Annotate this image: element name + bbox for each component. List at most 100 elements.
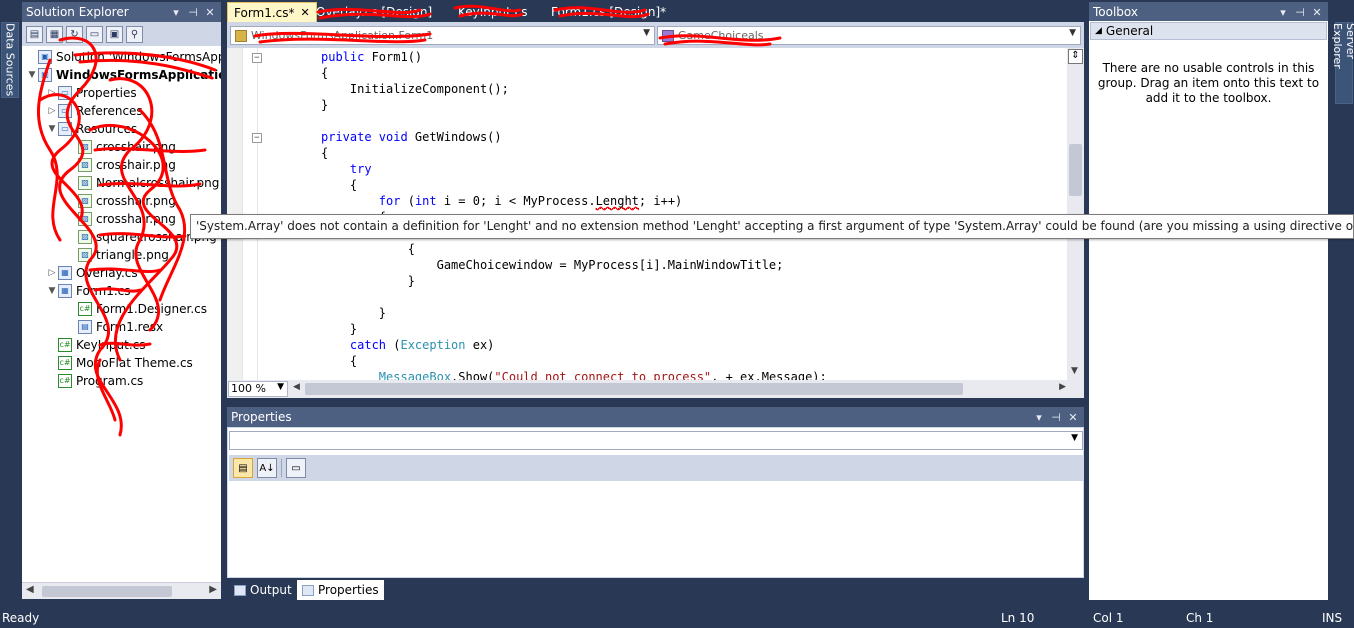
pin-icon[interactable]: ⊣ xyxy=(186,5,200,19)
tree-item-label: Form1.resx xyxy=(96,320,164,334)
csharp-file-icon: c# xyxy=(78,302,92,316)
expanded-icon[interactable]: ▼ xyxy=(26,70,38,80)
code-token: i = 0; i < MyProcess. xyxy=(443,194,596,208)
expanded-icon[interactable]: ▼ xyxy=(46,286,58,296)
scroll-thumb[interactable] xyxy=(42,586,172,597)
pin-icon[interactable]: ⊣ xyxy=(1049,410,1063,424)
right-side-strip: Server Explorer xyxy=(1331,0,1354,608)
code-token: .Show( xyxy=(451,370,495,380)
pin-icon[interactable]: ⊣ xyxy=(1293,5,1307,19)
bottom-tab[interactable]: Properties xyxy=(297,580,384,600)
tree-item[interactable]: c# Form1.Designer.cs xyxy=(66,300,207,318)
tree-item[interactable]: ▨ crosshair.png xyxy=(66,138,176,156)
tree-item[interactable]: ▨ Normalcrosshair.png xyxy=(66,174,219,192)
type-combo-value: WindowsFormsApplication.Form1 xyxy=(251,29,434,42)
dropdown-icon[interactable]: ▾ xyxy=(1032,410,1046,424)
code-line: { xyxy=(321,66,328,82)
dropdown-icon[interactable]: ▾ xyxy=(1276,5,1290,19)
expanded-icon[interactable]: ▼ xyxy=(46,124,58,134)
tree-item[interactable]: ▷ ▭ References xyxy=(46,102,143,120)
tree-item[interactable]: ▼ ▭ Resources xyxy=(46,120,137,138)
chevron-down-icon[interactable]: ▼ xyxy=(1069,28,1076,38)
scroll-right-icon[interactable]: ▶ xyxy=(1059,382,1066,392)
refresh-icon[interactable]: ↻ xyxy=(66,25,83,43)
scroll-down-icon[interactable]: ▼ xyxy=(1071,366,1078,376)
image-file-icon: ▨ xyxy=(78,176,92,190)
object-selector[interactable]: ▼ xyxy=(229,431,1083,450)
dropdown-icon[interactable]: ▾ xyxy=(169,5,183,19)
class-diagram-icon[interactable]: ⚲ xyxy=(126,25,143,43)
tree-item[interactable]: ▤ Form1.resx xyxy=(66,318,163,336)
scroll-right-icon[interactable]: ▶ xyxy=(209,584,217,595)
tree-item[interactable]: ▣ Solution 'WindowsFormsApplic xyxy=(26,48,221,66)
member-combo[interactable]: GameChoiceals ▼ xyxy=(657,26,1081,45)
collapsed-icon[interactable]: ▷ xyxy=(46,106,58,116)
collapse-icon[interactable]: − xyxy=(252,53,262,63)
tree-item[interactable]: ▨ crosshair.png xyxy=(66,192,176,210)
tree-item[interactable]: ▷ ▭ Properties xyxy=(46,84,137,102)
tree-item[interactable]: ▷ ▦ Overlay.cs xyxy=(46,264,138,282)
chevron-down-icon[interactable]: ▼ xyxy=(1071,433,1078,443)
document-tab[interactable]: KeyInput.cs xyxy=(452,2,534,22)
tree-item[interactable]: ▼ ▣ WindowsFormsApplication xyxy=(26,66,221,84)
close-icon[interactable]: ✕ xyxy=(203,5,217,19)
tree-item[interactable]: ▼ ▦ Form1.cs xyxy=(46,282,131,300)
tree-item[interactable]: c# KeyInput.cs xyxy=(46,336,146,354)
categorized-icon[interactable]: ▤ xyxy=(233,458,253,478)
tree-item[interactable]: ▨ triangle.png xyxy=(66,246,169,264)
tree-item-label: References xyxy=(76,104,143,118)
code-line: catch (Exception ex) xyxy=(321,338,495,354)
bottom-tab-label: Properties xyxy=(318,583,379,597)
properties-icon[interactable]: ▤ xyxy=(26,25,43,43)
show-all-files-icon[interactable]: ▦ xyxy=(46,25,63,43)
code-token: catch xyxy=(321,338,394,352)
document-tab-label: Form1.cs* xyxy=(234,5,295,20)
alphabetical-icon[interactable]: A↓ xyxy=(257,458,277,478)
scroll-left-icon[interactable]: ◀ xyxy=(26,584,34,595)
form-icon: ▦ xyxy=(58,284,72,298)
zoom-combo[interactable]: 100 % ▼ xyxy=(228,381,288,397)
document-tab[interactable]: Form1.cs* ✕ xyxy=(227,2,317,22)
collapse-icon[interactable]: − xyxy=(252,133,262,143)
toolbox-empty-message: There are no usable controls in this gro… xyxy=(1097,61,1320,105)
tree-item[interactable]: ▨ crosshair.png xyxy=(66,156,176,174)
scroll-thumb[interactable] xyxy=(1069,144,1082,196)
toolbox-header: Toolbox ▾ ⊣ ✕ xyxy=(1089,2,1328,22)
collapsed-icon[interactable]: ▷ xyxy=(46,268,58,278)
toolbox-section-general[interactable]: ◢ General xyxy=(1090,22,1327,40)
code-token: } xyxy=(321,98,329,112)
code-line: MessageBox.Show("Could not connect to pr… xyxy=(321,370,827,380)
close-tab-icon[interactable]: ✕ xyxy=(301,6,310,19)
property-pages-icon[interactable]: ▭ xyxy=(286,458,306,478)
document-tab[interactable]: Form1.cs [Design]* xyxy=(545,2,672,22)
image-file-icon: ▨ xyxy=(78,230,92,244)
server-explorer-tab[interactable]: Server Explorer xyxy=(1331,22,1354,104)
tree-item[interactable]: c# Program.cs xyxy=(46,372,143,390)
collapsed-icon[interactable]: ▷ xyxy=(46,88,58,98)
tree-item[interactable]: c# MonoFlat Theme.cs xyxy=(46,354,193,372)
solution-explorer-hscrollbar[interactable]: ◀ ▶ xyxy=(22,582,221,599)
image-file-icon: ▨ xyxy=(78,212,92,226)
code-token: { xyxy=(321,146,329,160)
chevron-down-icon[interactable]: ▼ xyxy=(277,382,284,392)
status-column: Col 1 xyxy=(1093,611,1124,625)
type-combo[interactable]: WindowsFormsApplication.Form1 ▼ xyxy=(230,26,655,45)
data-sources-tab[interactable]: Data Sources xyxy=(1,22,19,98)
view-designer-icon[interactable]: ▣ xyxy=(106,25,123,43)
document-tab[interactable]: Overlay.cs [Design] xyxy=(310,2,438,22)
close-icon[interactable]: ✕ xyxy=(1066,410,1080,424)
code-token: MessageBox xyxy=(321,370,452,380)
split-icon[interactable]: ⇕ xyxy=(1068,49,1083,64)
code-line: { xyxy=(321,354,357,370)
scroll-left-icon[interactable]: ◀ xyxy=(293,382,300,392)
bottom-tab[interactable]: Output xyxy=(229,580,297,600)
status-char: Ch 1 xyxy=(1186,611,1214,625)
close-icon[interactable]: ✕ xyxy=(1310,5,1324,19)
scroll-thumb[interactable] xyxy=(305,383,963,395)
view-code-icon[interactable]: ▭ xyxy=(86,25,103,43)
bottom-tab-strip: Output Properties xyxy=(227,578,1084,600)
member-combo-value: GameChoiceals xyxy=(678,29,764,42)
tree-item[interactable]: ▨ crosshair.png xyxy=(66,210,176,228)
chevron-down-icon[interactable]: ▼ xyxy=(643,28,650,38)
tree-item-label: Solution 'WindowsFormsApplic xyxy=(56,50,221,64)
